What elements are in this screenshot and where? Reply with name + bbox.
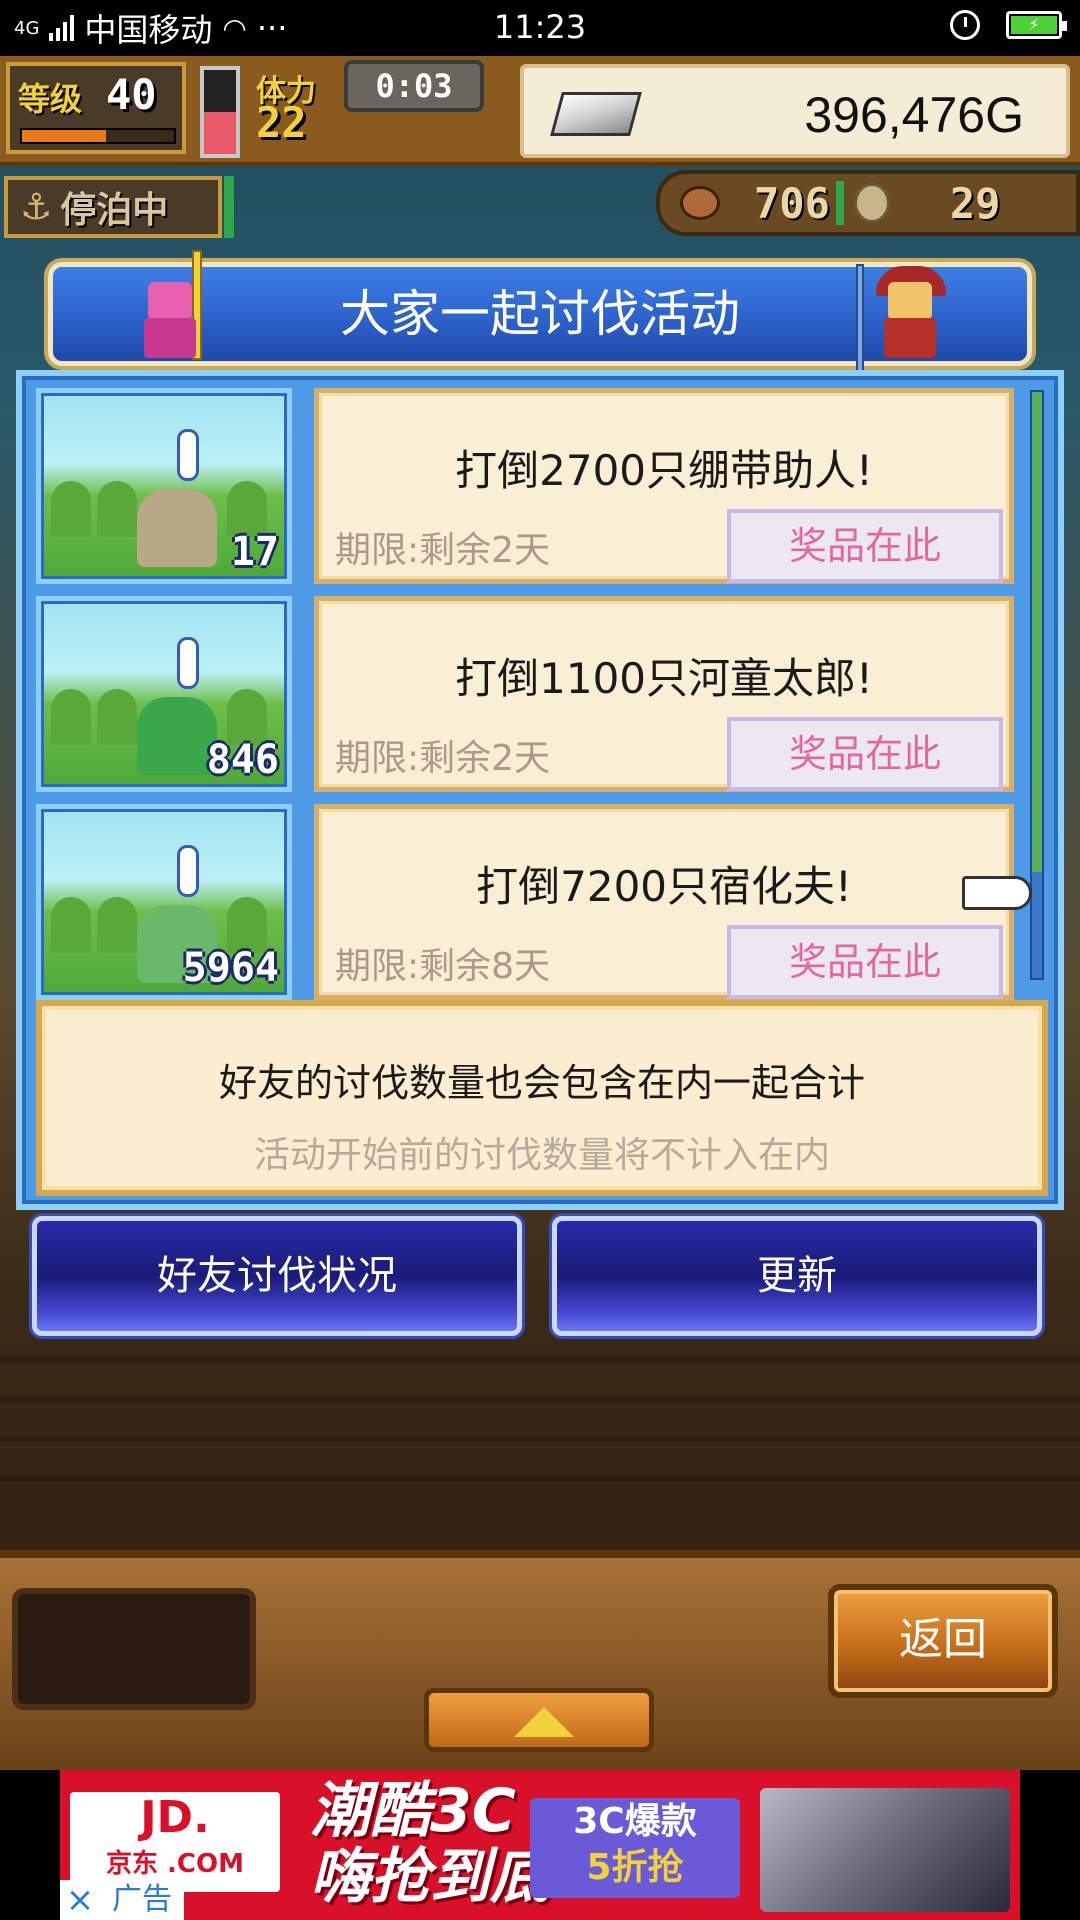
ad-content[interactable]: JD. 京东 .COM 潮酷3C 嗨抢到底 3C爆款 5折抢 <box>60 1770 1020 1920</box>
arrow-up-icon <box>514 1707 574 1737</box>
silver-ingot-icon <box>550 92 642 136</box>
jd-logo-line2: 京东 .COM <box>106 1849 244 1879</box>
quest-row: 17 打倒2700只绷带助人! 期限:剩余2天 奖品在此 <box>36 388 1026 584</box>
jd-logo: JD. 京东 .COM <box>70 1792 280 1892</box>
prize-button[interactable]: 奖品在此 <box>727 509 1003 583</box>
quest-deadline: 期限:剩余2天 <box>335 530 551 571</box>
meat-value: 706 <box>754 178 830 228</box>
quest-row: 846 打倒1100只河童太郎! 期限:剩余2天 奖品在此 <box>36 596 1026 792</box>
mummy-monster-icon <box>137 489 217 567</box>
status-bar: 4G 中国移动 ◠ ··· 11:23 ⚡ <box>0 0 1080 56</box>
ad-close-icon[interactable]: × <box>60 1880 100 1920</box>
exclamation-icon <box>177 429 199 481</box>
friends-status-button[interactable]: 好友讨伐状况 <box>32 1216 522 1336</box>
quest-thumbnail: 5964 <box>36 804 292 1000</box>
stamina-timer: 0:03 <box>344 60 484 112</box>
stamina-value: 22 <box>256 98 307 147</box>
expand-up-button[interactable] <box>424 1688 654 1752</box>
info-sub-text: 活动开始前的讨伐数量将不计入在内 <box>253 1135 830 1176</box>
empty-slot <box>12 1588 256 1710</box>
level-label: 等级 <box>18 80 83 118</box>
refresh-button[interactable]: 更新 <box>552 1216 1042 1336</box>
info-main-text: 好友的讨伐数量也会包含在内一起合计 <box>218 1061 865 1105</box>
anchor-status-label: 停泊中 <box>60 190 169 231</box>
exp-bar <box>20 128 176 144</box>
quest-title: 打倒1100只河童太郎! <box>455 654 873 703</box>
coin-value: 29 <box>949 178 1001 228</box>
gold-value: 396,476G <box>804 87 1024 143</box>
prize-button[interactable]: 奖品在此 <box>727 925 1003 999</box>
jd-logo-line1: JD. <box>140 1792 210 1843</box>
quest-card: 打倒1100只河童太郎! 期限:剩余2天 奖品在此 <box>314 596 1014 792</box>
quest-card: 打倒7200只宿化夫! 期限:剩余8天 奖品在此 <box>314 804 1014 1000</box>
defeat-count: 846 <box>206 737 279 783</box>
ad-promo-line2: 5折抢 <box>586 1847 684 1888</box>
info-box: 好友的讨伐数量也会包含在内一起合计 活动开始前的讨伐数量将不计入在内 <box>36 1000 1048 1196</box>
alarm-icon <box>950 10 980 40</box>
exclamation-icon <box>177 845 199 897</box>
event-panel: 17 打倒2700只绷带助人! 期限:剩余2天 奖品在此 846 打倒1100只… <box>16 370 1064 1210</box>
ad-promo-line1: 3C爆款 <box>573 1801 697 1842</box>
quest-thumbnail: 846 <box>36 596 292 792</box>
kappa-monster-icon <box>137 697 217 775</box>
quest-deadline: 期限:剩余8天 <box>335 946 551 987</box>
quest-thumbnail: 17 <box>36 388 292 584</box>
status-time: 11:23 <box>493 8 587 46</box>
meat-icon <box>680 186 720 220</box>
stamina-gauge <box>200 66 240 158</box>
quest-card: 打倒2700只绷带助人! 期限:剩余2天 奖品在此 <box>314 388 1014 584</box>
ad-banner[interactable]: JD. 京东 .COM 潮酷3C 嗨抢到底 3C爆款 5折抢 × 广告 <box>0 1770 1080 1920</box>
gold-panel: 396,476G <box>520 64 1070 158</box>
quest-deadline: 期限:剩余2天 <box>335 738 551 779</box>
resource-bar: 706 29 <box>656 170 1080 236</box>
quest-title: 打倒7200只宿化夫! <box>476 862 852 911</box>
quest-list-scrollbar[interactable] <box>1030 390 1044 980</box>
ad-label: 广告 <box>100 1880 184 1920</box>
battery-charging-icon: ⚡ <box>1006 11 1067 39</box>
level-panel: 等级 40 <box>6 62 186 154</box>
hand-pointer-icon <box>962 876 1032 910</box>
defeat-count: 17 <box>230 529 279 575</box>
quest-title: 打倒2700只绷带助人! <box>455 446 873 495</box>
exclamation-icon <box>177 637 199 689</box>
quest-row: 5964 打倒7200只宿化夫! 期限:剩余8天 奖品在此 <box>36 804 1026 1000</box>
ad-product-image <box>760 1788 1010 1912</box>
ad-promo-badge: 3C爆款 5折抢 <box>530 1798 740 1898</box>
resource-divider <box>835 181 844 225</box>
prize-button[interactable]: 奖品在此 <box>727 717 1003 791</box>
defeat-count: 5964 <box>182 945 279 991</box>
coin-icon <box>853 183 890 223</box>
back-button[interactable]: 返回 <box>828 1584 1058 1698</box>
witch-character-icon <box>856 264 950 374</box>
status-right: ⚡ <box>950 10 1067 40</box>
ninja-character-icon <box>130 250 210 362</box>
bottom-bar: 返回 <box>0 1550 1080 1770</box>
anchor-icon: ⚓ <box>20 186 53 228</box>
status-flag <box>224 176 234 238</box>
level-value: 40 <box>106 70 157 119</box>
anchor-status[interactable]: ⚓ 停泊中 <box>4 176 222 238</box>
